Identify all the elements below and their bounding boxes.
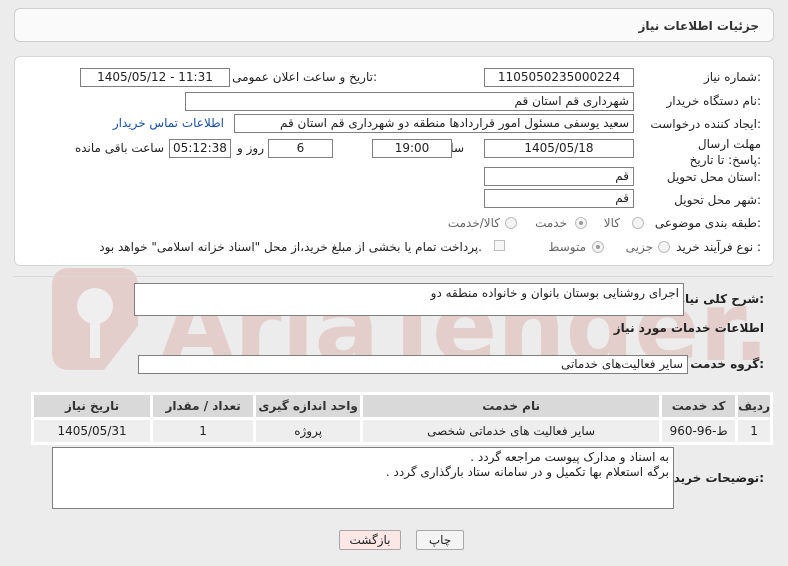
cell-service-code: ط-96-960 — [659, 417, 739, 445]
service-group-field[interactable]: سایر فعالیت‌های خدماتی — [138, 355, 688, 374]
watermark-logo-icon — [52, 268, 138, 370]
category-option-goods: کالا — [603, 216, 620, 230]
announce-date-field[interactable]: 1405/05/12 - 11:31 — [80, 68, 230, 87]
page-header: جزئیات اطلاعات نیاز — [14, 8, 774, 42]
category-option-service: خدمت — [535, 216, 567, 230]
col-row: ردیف — [735, 392, 773, 420]
buyer-notes-label: توضیحات خریدار: — [662, 471, 764, 485]
col-quantity: تعداد / مقدار — [150, 392, 257, 420]
need-summary-field[interactable]: اجرای روشنایی بوستان بانوان و خانواده من… — [134, 283, 684, 316]
days-remaining-field[interactable]: 6 — [268, 139, 333, 158]
back-button[interactable]: بازگشت — [339, 530, 401, 550]
city-label: شهر محل تحویل: — [674, 193, 761, 207]
service-group-label: گروه خدمت: — [690, 357, 764, 371]
services-table-header: ردیف کد خدمت نام خدمت واحد اندازه گیری ت… — [30, 392, 773, 420]
time-remaining-field[interactable]: 05:12:38 — [169, 139, 231, 158]
process-radio-minor[interactable] — [658, 241, 670, 253]
cell-row: 1 — [735, 417, 773, 445]
page-title: جزئیات اطلاعات نیاز — [638, 19, 759, 33]
days-label: روز و — [237, 141, 264, 155]
print-button[interactable]: چاپ — [416, 530, 464, 550]
deadline-time-field[interactable]: 19:00 — [372, 139, 452, 158]
province-field[interactable]: قم — [484, 167, 634, 186]
cell-quantity: 1 — [150, 417, 257, 445]
col-need-date: تاریخ نیاز — [30, 392, 154, 420]
creator-label: ایجاد کننده درخواست: — [650, 117, 761, 131]
time-remaining-label: ساعت باقی مانده — [74, 141, 164, 155]
buyer-notes-field[interactable]: به اسناد و مدارک پیوست مراجعه گردد . برگ… — [52, 447, 674, 509]
category-radio-goods[interactable] — [632, 217, 644, 229]
need-summary-label: شرح کلی نیاز: — [678, 292, 764, 306]
category-label: طبقه بندی موضوعی: — [654, 216, 761, 230]
cell-service-name: سایر فعالیت های خدماتی شخصی — [360, 417, 663, 445]
process-radio-medium[interactable] — [592, 241, 604, 253]
process-type-label: نوع فرآیند خرید : — [676, 240, 761, 254]
col-unit: واحد اندازه گیری — [253, 392, 364, 420]
services-section-title: اطلاعات خدمات مورد نیاز — [613, 321, 764, 335]
need-number-label: شماره نیاز: — [703, 70, 761, 84]
buyer-field[interactable]: شهرداری قم استان قم — [185, 92, 634, 111]
treasury-payment-text: پرداخت تمام یا بخشی از مبلغ خرید،از محل … — [99, 240, 482, 254]
section-divider — [14, 276, 774, 277]
buyer-notes-line-1: به اسناد و مدارک پیوست مراجعه گردد . — [470, 450, 669, 464]
process-option-medium: متوسط — [548, 240, 586, 254]
announce-date-label: تاریخ و ساعت اعلان عمومی: — [232, 70, 377, 84]
province-label: استان محل تحویل: — [666, 170, 761, 184]
category-option-goods-service: کالا/خدمت — [447, 216, 500, 230]
city-field[interactable]: قم — [484, 189, 634, 208]
cell-need-date: 1405/05/31 — [30, 417, 154, 445]
category-radio-goods-service[interactable] — [505, 217, 517, 229]
services-table: ردیف کد خدمت نام خدمت واحد اندازه گیری ت… — [30, 392, 773, 445]
col-service-name: نام خدمت — [360, 392, 663, 420]
process-option-minor: جزیی — [625, 240, 653, 254]
category-radio-service[interactable] — [575, 217, 587, 229]
cell-unit: پروژه — [253, 417, 364, 445]
deadline-label: مهلت ارسال پاسخ: تا تاریخ: — [689, 137, 761, 167]
buyer-contact-link[interactable]: اطلاعات تماس خریدار — [113, 116, 224, 130]
buyer-label: نام دستگاه خریدار: — [666, 94, 762, 108]
creator-field[interactable]: سعید یوسفی مسئول امور قراردادها منطقه دو… — [234, 114, 634, 133]
buyer-notes-line-2: برگه استعلام بها تکمیل و در سامانه ستاد … — [385, 465, 669, 479]
table-row: 1 ط-96-960 سایر فعالیت های خدماتی شخصی پ… — [30, 417, 773, 445]
need-number-field[interactable]: 1105050235000224 — [484, 68, 634, 87]
treasury-payment-checkbox[interactable] — [494, 240, 505, 251]
need-details-panel — [14, 56, 774, 266]
col-service-code: کد خدمت — [659, 392, 739, 420]
deadline-date-field[interactable]: 1405/05/18 — [484, 139, 634, 158]
